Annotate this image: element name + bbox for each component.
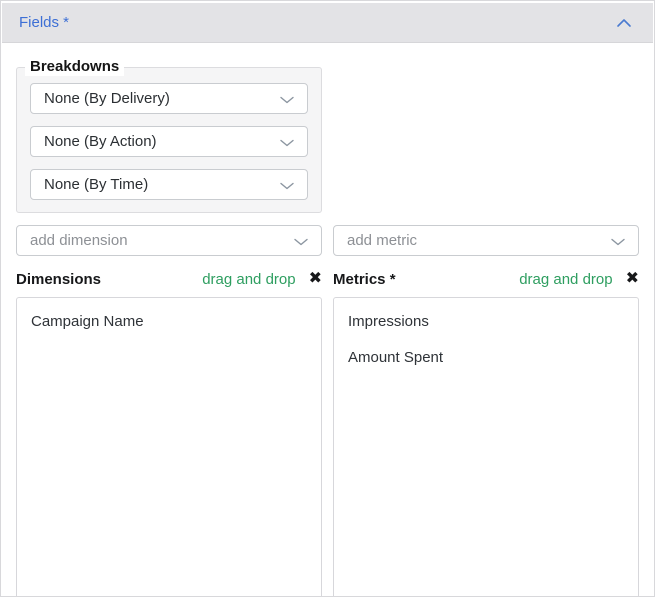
panel-headers-row: Dimensions drag and drop ✖ Metrics * dra… bbox=[16, 268, 639, 290]
breakdown-time-select[interactable]: None (By Time) bbox=[30, 169, 308, 200]
add-metric-placeholder: add metric bbox=[347, 232, 418, 249]
metrics-title: Metrics * bbox=[333, 270, 396, 288]
add-dimension-placeholder: add dimension bbox=[30, 232, 128, 249]
metric-item[interactable]: Amount Spent bbox=[348, 348, 624, 368]
chevron-down-icon bbox=[294, 238, 308, 246]
panels-row: Campaign Name Impressions Amount Spent bbox=[16, 297, 639, 596]
breakdown-action-value: None (By Action) bbox=[44, 133, 157, 150]
metrics-drag-hint: drag and drop bbox=[519, 270, 613, 288]
fields-panel-header[interactable]: Fields * bbox=[2, 3, 653, 43]
dimensions-list[interactable]: Campaign Name bbox=[16, 297, 322, 596]
add-dimension-select[interactable]: add dimension bbox=[16, 225, 322, 256]
breakdown-time-value: None (By Time) bbox=[44, 176, 149, 193]
chevron-down-icon bbox=[280, 139, 294, 147]
fields-panel: Fields * Breakdowns None (By Delivery) N… bbox=[0, 0, 655, 597]
dimensions-drag-hint: drag and drop bbox=[202, 270, 296, 288]
add-selects-row: add dimension add metric bbox=[16, 225, 639, 256]
metrics-header: Metrics * drag and drop ✖ bbox=[333, 268, 639, 290]
add-metric-select[interactable]: add metric bbox=[333, 225, 639, 256]
breakdowns-group: Breakdowns None (By Delivery) None (By A… bbox=[16, 57, 322, 213]
metric-item[interactable]: Impressions bbox=[348, 312, 624, 332]
chevron-down-icon bbox=[280, 96, 294, 104]
dimensions-header: Dimensions drag and drop ✖ bbox=[16, 268, 322, 290]
panel-title: Fields * bbox=[19, 14, 70, 31]
breakdown-delivery-select[interactable]: None (By Delivery) bbox=[30, 83, 308, 114]
dimension-item[interactable]: Campaign Name bbox=[31, 312, 307, 332]
breakdown-action-select[interactable]: None (By Action) bbox=[30, 126, 308, 157]
clear-dimensions-icon[interactable]: ✖ bbox=[309, 271, 322, 287]
metrics-list[interactable]: Impressions Amount Spent bbox=[333, 297, 639, 596]
chevron-up-icon[interactable] bbox=[616, 18, 632, 28]
chevron-down-icon bbox=[280, 182, 294, 190]
breakdown-delivery-value: None (By Delivery) bbox=[44, 90, 170, 107]
dimensions-title: Dimensions bbox=[16, 270, 102, 288]
chevron-down-icon bbox=[611, 238, 625, 246]
fields-panel-body: Breakdowns None (By Delivery) None (By A… bbox=[1, 57, 654, 596]
clear-metrics-icon[interactable]: ✖ bbox=[626, 271, 639, 287]
breakdowns-legend: Breakdowns bbox=[25, 57, 125, 76]
